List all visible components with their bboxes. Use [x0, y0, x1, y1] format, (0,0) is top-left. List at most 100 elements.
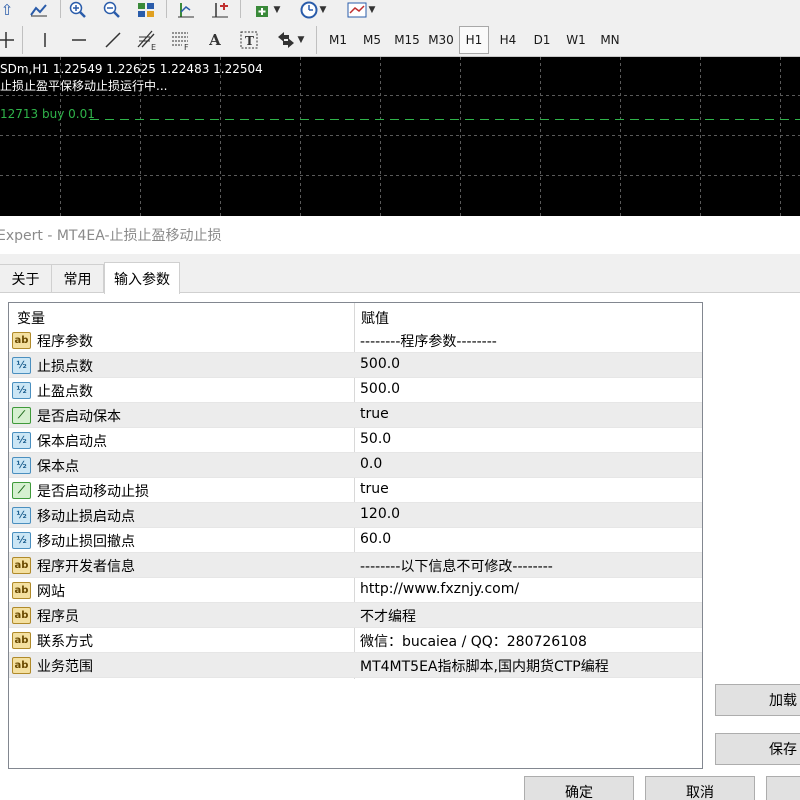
ok-button[interactable]: 确定: [524, 776, 634, 800]
reset-button[interactable]: [766, 776, 800, 800]
tab-about[interactable]: 关于: [0, 264, 52, 293]
table-row[interactable]: ½ 保本启动点 50.0: [9, 428, 702, 453]
table-row[interactable]: ab 网站 http://www.fxznjy.com/: [9, 578, 702, 603]
line-chart-icon[interactable]: [28, 0, 50, 20]
string-type-icon: ab: [12, 657, 31, 674]
up-arrow-icon[interactable]: ⇧: [0, 0, 14, 20]
table-row[interactable]: ab 程序开发者信息 --------以下信息不可修改--------: [9, 553, 702, 578]
table-row[interactable]: ⟋ 是否启动保本 true: [9, 403, 702, 428]
table-row[interactable]: ab 程序参数 --------程序参数--------: [9, 328, 702, 353]
table-row[interactable]: ½ 止盈点数 500.0: [9, 378, 702, 403]
clock-icon[interactable]: ▼: [294, 0, 332, 20]
string-type-icon: ab: [12, 632, 31, 649]
double-type-icon: ½: [12, 357, 31, 374]
tab-common[interactable]: 常用: [51, 264, 104, 293]
templates-icon[interactable]: ▼: [342, 0, 380, 20]
new-indicator-icon[interactable]: ▼: [250, 0, 284, 20]
param-value[interactable]: 500.0: [360, 381, 400, 397]
grid-vertical-line: [300, 57, 301, 216]
param-name: 联系方式: [37, 634, 93, 650]
param-name: 网站: [37, 584, 65, 600]
param-value[interactable]: 0.0: [360, 456, 382, 472]
inputs-panel: 变量 赋值 ab 程序参数 --------程序参数-------- ½ 止损点数 500…: [0, 292, 800, 800]
toolbar-separator: [316, 26, 317, 54]
fibo-fan-icon[interactable]: F: [169, 28, 193, 52]
string-type-icon: ab: [12, 582, 31, 599]
param-value[interactable]: 500.0: [360, 356, 400, 372]
timeframe-m15[interactable]: M15: [391, 26, 423, 54]
toolbar-separator: [166, 0, 167, 18]
param-value[interactable]: 50.0: [360, 431, 391, 447]
order-line[interactable]: [90, 119, 800, 120]
param-name: 保本点: [37, 459, 79, 475]
grid-horizontal-line: [0, 175, 800, 176]
mt4-window: ⇧ ▼ ▼ ▼ E F A T ▼ M1 M5 M15 M30 H1 H4 D1…: [0, 0, 800, 800]
vertical-line-icon[interactable]: [33, 28, 57, 52]
timeframe-mn[interactable]: MN: [595, 26, 625, 54]
load-button[interactable]: 加载: [715, 684, 800, 716]
param-value[interactable]: http://www.fxznjy.com/: [360, 581, 519, 597]
table-row[interactable]: ½ 止损点数 500.0: [9, 353, 702, 378]
fibo-expansion-icon[interactable]: E: [135, 28, 159, 52]
trendline-icon[interactable]: [101, 28, 125, 52]
param-value[interactable]: 60.0: [360, 531, 391, 547]
save-button[interactable]: 保存: [715, 733, 800, 765]
timeframe-h4[interactable]: H4: [493, 26, 523, 54]
svg-text:E: E: [151, 43, 156, 51]
tile-windows-icon[interactable]: [134, 0, 158, 20]
period-sep-icon[interactable]: [174, 0, 198, 20]
param-value[interactable]: --------以下信息不可修改--------: [360, 556, 553, 576]
dialog-title: Expert - MT4EA-止损止盈移动止损: [0, 228, 222, 244]
table-row[interactable]: ab 程序员 不才编程: [9, 603, 702, 628]
param-name: 止盈点数: [37, 384, 93, 400]
string-type-icon: ab: [12, 332, 31, 349]
params-table: 变量 赋值 ab 程序参数 --------程序参数-------- ½ 止损点数 500…: [8, 302, 703, 769]
param-name: 是否启动移动止损: [37, 484, 149, 500]
param-value[interactable]: 120.0: [360, 506, 400, 522]
string-type-icon: ab: [12, 557, 31, 574]
param-value[interactable]: 不才编程: [360, 606, 416, 626]
tab-inputs[interactable]: 输入参数: [104, 262, 180, 294]
param-value[interactable]: true: [360, 406, 389, 422]
zoom-out-icon[interactable]: [100, 0, 124, 20]
dialog-title-bar: Expert - MT4EA-止损止盈移动止损: [0, 216, 800, 254]
table-row[interactable]: ab 业务范围 MT4MT5EA指标脚本,国内期货CTP编程: [9, 653, 702, 678]
toolbar-separator: [22, 26, 23, 54]
table-row[interactable]: ½ 移动止损回撤点 60.0: [9, 528, 702, 553]
param-value[interactable]: 微信：bucaiea / QQ：280726108: [360, 631, 587, 651]
text-label-icon[interactable]: T: [237, 28, 261, 52]
timeframe-d1[interactable]: D1: [527, 26, 557, 54]
grid-horizontal-line: [0, 135, 800, 136]
shift-chart-icon[interactable]: [208, 0, 232, 20]
column-header-value[interactable]: 赋值: [361, 308, 389, 328]
double-type-icon: ½: [12, 532, 31, 549]
param-value[interactable]: --------程序参数--------: [360, 331, 497, 351]
table-row[interactable]: ⟋ 是否启动移动止损 true: [9, 478, 702, 503]
cancel-button[interactable]: 取消: [645, 776, 755, 800]
table-row[interactable]: ½ 移动止损启动点 120.0: [9, 503, 702, 528]
bool-type-icon: ⟋: [12, 482, 31, 499]
param-name: 保本启动点: [37, 434, 107, 450]
table-row[interactable]: ½ 保本点 0.0: [9, 453, 702, 478]
price-chart[interactable]: SDm,H1 1.22549 1.22625 1.22483 1.22504 止…: [0, 57, 800, 216]
svg-text:T: T: [245, 34, 254, 48]
zoom-in-icon[interactable]: [66, 0, 90, 20]
timeframe-w1[interactable]: W1: [561, 26, 591, 54]
grid-vertical-line: [540, 57, 541, 216]
arrows-icon[interactable]: ▼: [271, 28, 309, 52]
timeframe-m30[interactable]: M30: [425, 26, 457, 54]
timeframe-m5[interactable]: M5: [357, 26, 387, 54]
table-row[interactable]: ab 联系方式 微信：bucaiea / QQ：280726108: [9, 628, 702, 653]
param-name: 是否启动保本: [37, 409, 121, 425]
timeframe-h1[interactable]: H1: [459, 26, 489, 54]
grid-vertical-line: [380, 57, 381, 216]
double-type-icon: ½: [12, 507, 31, 524]
timeframe-m1[interactable]: M1: [323, 26, 353, 54]
horizontal-line-icon[interactable]: [67, 28, 91, 52]
param-value[interactable]: true: [360, 481, 389, 497]
crosshair-icon[interactable]: [0, 28, 18, 52]
column-header-variable[interactable]: 变量: [17, 308, 45, 328]
toolbar-separator: [240, 0, 241, 18]
param-value[interactable]: MT4MT5EA指标脚本,国内期货CTP编程: [360, 656, 609, 676]
text-icon[interactable]: A: [203, 28, 227, 52]
